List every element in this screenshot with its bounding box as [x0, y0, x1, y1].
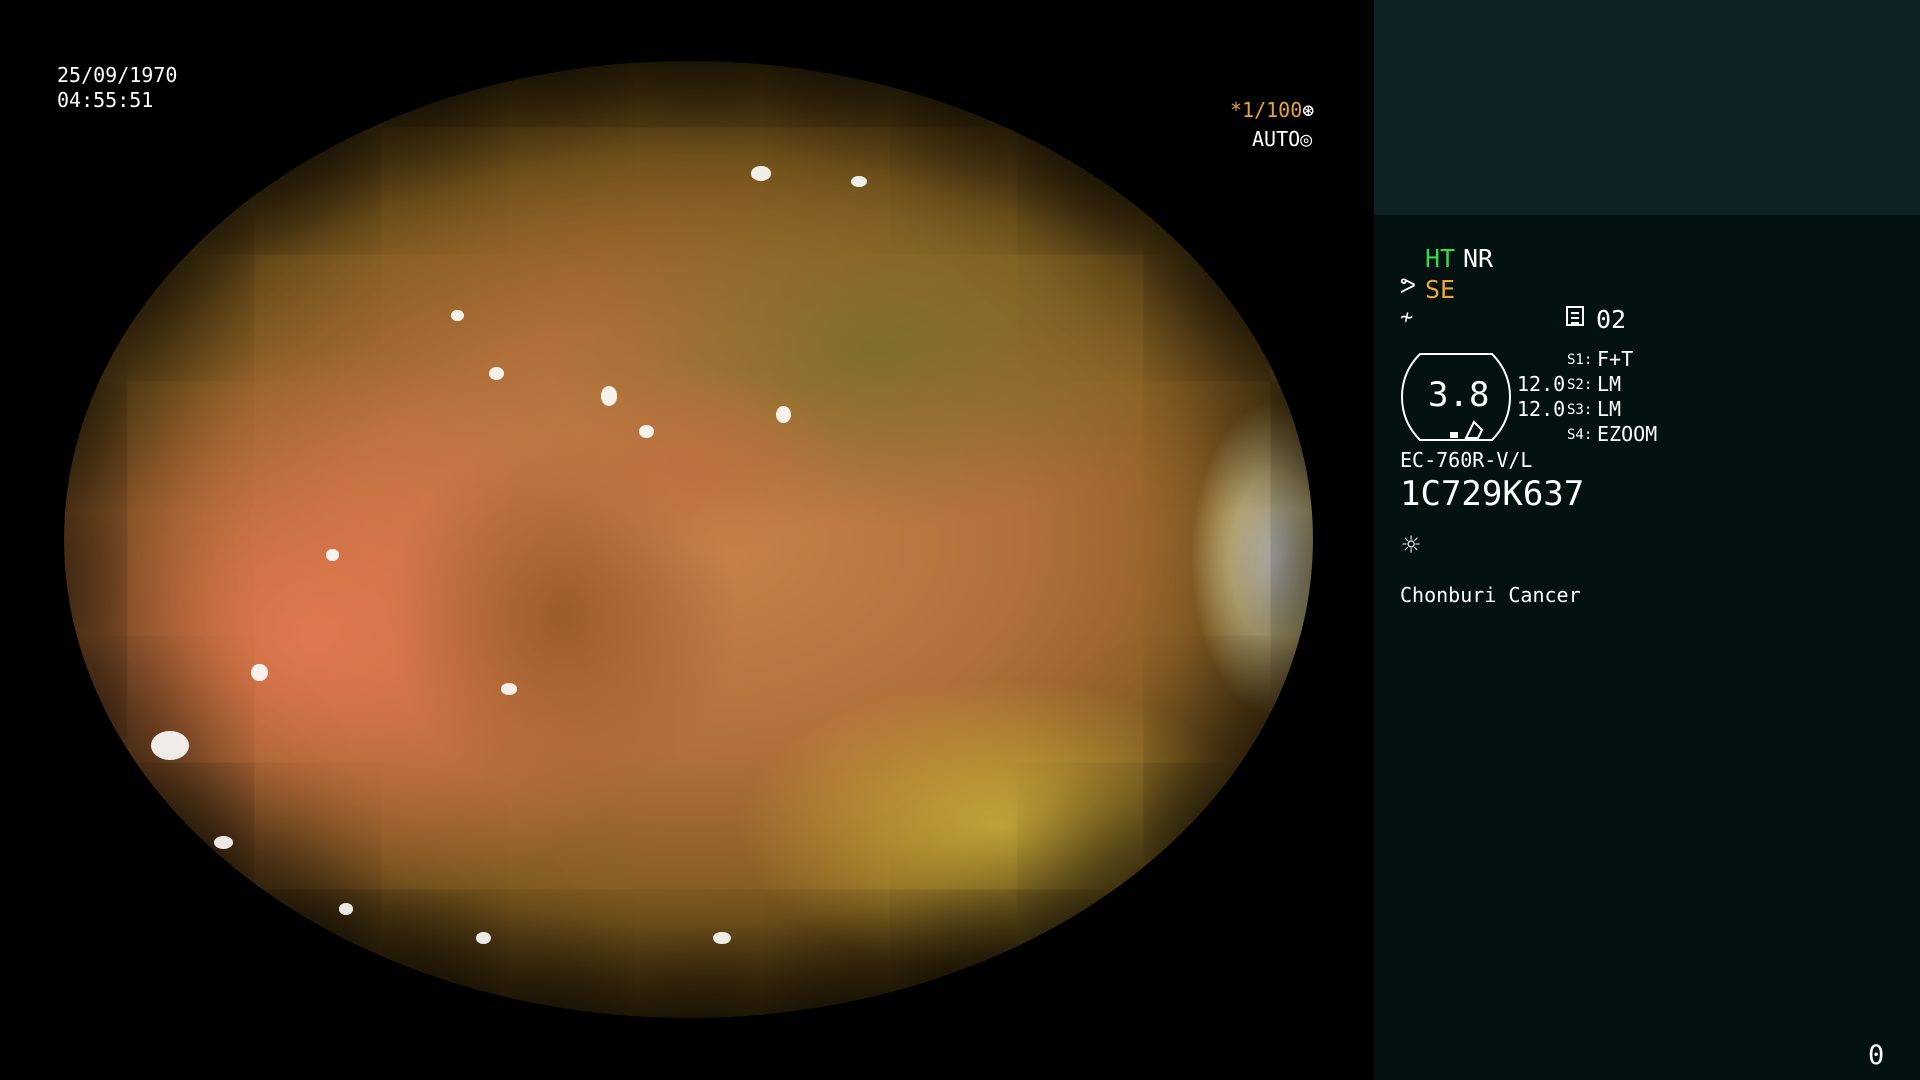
specular-highlight: [488, 367, 504, 380]
specular-highlight: [151, 730, 189, 760]
light-source-icon: ☼: [1402, 528, 1421, 563]
switch-1-label: S1:: [1567, 352, 1593, 368]
preset-value-2: 12.0: [1517, 397, 1566, 421]
iris-icon: ◎: [1300, 127, 1313, 151]
scope-serial: 1C729K637: [1400, 474, 1585, 514]
endoscope-view: 25/09/1970 04:55:51 *1/100⊛ AUTO◎: [0, 0, 1374, 1080]
exam-date: 25/09/1970: [57, 63, 178, 87]
switch-3-label: S3:: [1567, 402, 1593, 418]
specular-highlight: [476, 931, 492, 945]
switch-1-value: F+T: [1597, 347, 1634, 371]
memory-number: 02: [1596, 305, 1627, 334]
iris-mode: AUTO◎: [1252, 127, 1312, 152]
specular-highlight: [775, 405, 791, 423]
specular-highlight: [338, 903, 353, 915]
nr-indicator: NR: [1463, 244, 1494, 273]
image-counter: 0: [1868, 1040, 1885, 1071]
info-panel: [1374, 215, 1920, 1080]
specular-highlight: [750, 166, 771, 181]
specular-highlight: [326, 549, 339, 561]
scope-tip-icon: [1464, 420, 1484, 439]
endoscopic-image: [64, 61, 1313, 1018]
switch-2-label: S2:: [1567, 377, 1593, 393]
zoom-level: 3.8: [1428, 375, 1490, 415]
shutter-speed: *1/100⊛: [1230, 98, 1374, 123]
specular-highlight: [638, 424, 654, 439]
aperture-icon: ⊛: [1302, 98, 1315, 122]
se-indicator: SE: [1425, 275, 1456, 304]
specular-highlight: [713, 931, 731, 945]
specular-highlight: [850, 175, 868, 188]
scope-model: EC-760R-V/L: [1400, 448, 1533, 472]
specular-highlight: [601, 386, 618, 406]
specular-highlight: [213, 836, 233, 849]
specular-highlight: [351, 99, 377, 114]
hospital-name: Chonburi Cancer: [1400, 583, 1581, 607]
memory-icon: [1566, 306, 1584, 326]
scope-icon: ᕗ: [1400, 274, 1416, 299]
info-panel-header: [1374, 0, 1920, 215]
preset-value-1: 12.0: [1517, 372, 1566, 396]
specular-highlight: [251, 663, 268, 682]
specular-highlight: [501, 683, 518, 695]
switch-3-value: LM: [1597, 397, 1622, 421]
switch-2-value: LM: [1597, 372, 1622, 396]
ht-indicator: HT: [1425, 244, 1456, 273]
switch-4-value: EZOOM: [1597, 422, 1658, 446]
specular-highlight: [101, 797, 133, 817]
iris-value: AUTO: [1252, 127, 1301, 151]
shutter-value: *1/100: [1230, 98, 1303, 122]
zoom-position-marker: [1450, 432, 1458, 438]
enhancement-icon: ≁: [1400, 305, 1414, 330]
specular-highlight: [451, 309, 464, 322]
exam-time: 04:55:51: [57, 88, 154, 112]
switch-4-label: S4:: [1567, 427, 1593, 443]
